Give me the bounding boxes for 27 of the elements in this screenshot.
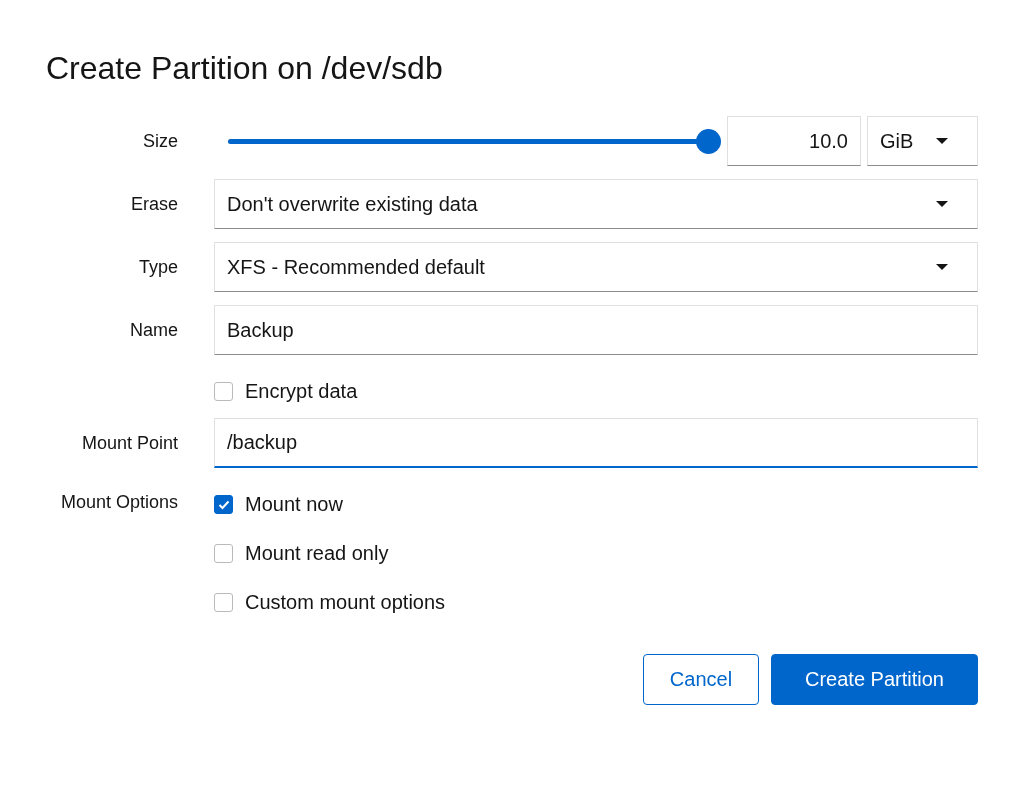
field-label: Mount Options (60, 492, 178, 513)
checkbox[interactable] (214, 593, 233, 612)
checkbox[interactable] (214, 382, 233, 401)
input-field[interactable]: Backup (214, 305, 978, 355)
checkbox[interactable] (214, 544, 233, 563)
dialog-title: Create Partition on /dev/sdb (46, 49, 444, 88)
select-dropdown[interactable]: XFS - Recommended default (214, 242, 978, 292)
field-label: Type (138, 256, 178, 278)
checkmark-icon (217, 499, 230, 510)
caret-icon (935, 200, 949, 208)
checkbox-label: Encrypt data (245, 380, 358, 403)
input-field[interactable]: /backup (214, 418, 978, 468)
select-dropdown[interactable]: Don't overwrite existing data (214, 179, 978, 229)
create-button[interactable]: Create Partition (771, 654, 978, 705)
size-input[interactable]: 10.0 (727, 116, 861, 166)
checkbox-label: Custom mount options (245, 591, 446, 614)
checkbox-label: Mount now (245, 493, 343, 516)
checkbox[interactable] (214, 495, 233, 514)
cancel-button[interactable]: Cancel (643, 654, 759, 705)
field-label: Name (130, 319, 178, 341)
field-label: Size (143, 130, 178, 152)
field-label: Mount Point (81, 432, 178, 454)
checkbox-label: Mount read only (245, 542, 389, 565)
unit-dropdown[interactable]: GiB (867, 116, 978, 166)
caret-icon (935, 137, 949, 145)
caret-icon (935, 263, 949, 271)
field-label: Erase (130, 193, 178, 215)
